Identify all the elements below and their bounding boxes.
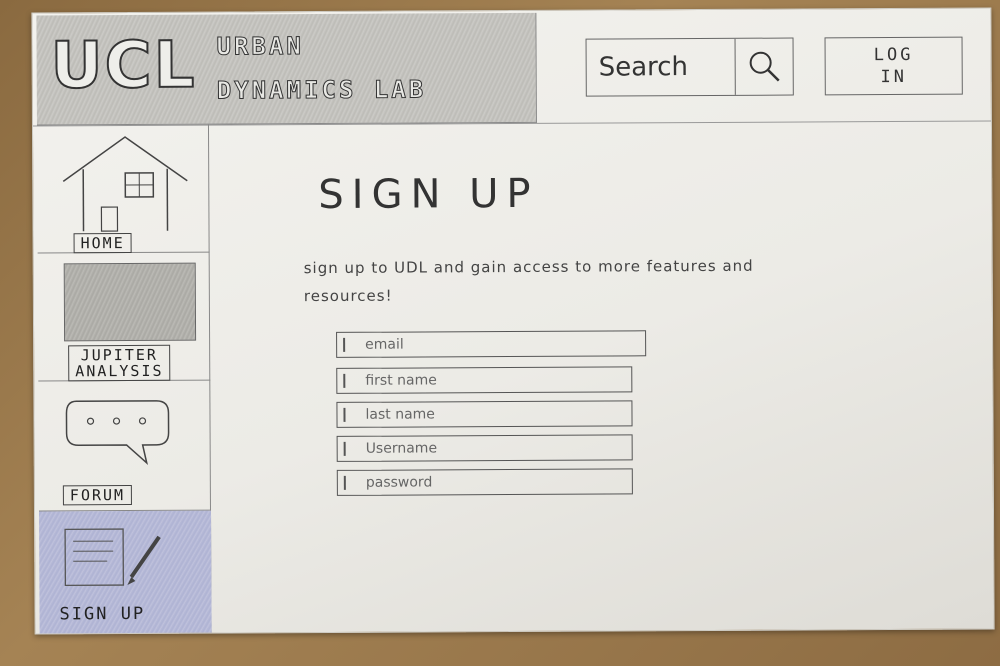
house-icon (62, 136, 188, 232)
first-name-field[interactable]: first name (336, 366, 633, 394)
sidebar-item-label: FORUM (62, 484, 133, 506)
main-content: SIGN UP sign up to UDL and gain access t… (223, 139, 966, 623)
password-placeholder: password (365, 474, 433, 491)
sidebar-nav: HOME JUPITER ANALYSIS FORUM SIGN UP (36, 124, 212, 635)
last-name-field[interactable]: last name (336, 400, 633, 428)
sidebar-item-label: SIGN UP (59, 603, 146, 625)
username-placeholder: Username (365, 440, 438, 457)
search-bar[interactable]: Search (585, 37, 794, 97)
brand-header: UCL URBAN DYNAMICS LAB (36, 12, 537, 126)
last-name-placeholder: last name (365, 406, 435, 423)
search-input[interactable]: Search (587, 52, 735, 83)
login-label-line2: IN (880, 66, 908, 88)
sidebar-item-label: HOME (73, 232, 132, 254)
login-label-line1: LOG (873, 44, 914, 66)
paper-sketch: UCL URBAN DYNAMICS LAB Search LOG IN HOM… (31, 7, 995, 635)
page-title: SIGN UP (318, 170, 539, 219)
sidebar-item-forum[interactable]: FORUM (38, 380, 211, 512)
lab-name-line2: DYNAMICS LAB (216, 75, 427, 105)
speech-bubble-icon (65, 400, 170, 466)
notepad-pen-icon (64, 528, 161, 587)
sidebar-item-signup[interactable]: SIGN UP (38, 510, 212, 635)
username-field[interactable]: Username (336, 434, 633, 462)
email-field[interactable]: email (336, 330, 647, 358)
lab-name: URBAN DYNAMICS LAB (216, 23, 427, 112)
lab-name-line1: URBAN (216, 32, 304, 61)
sidebar-item-home[interactable]: HOME (36, 124, 210, 254)
email-placeholder: email (365, 336, 404, 353)
search-button[interactable] (734, 38, 793, 95)
ucl-logo[interactable]: UCL (49, 28, 197, 105)
sidebar-item-label: JUPITER ANALYSIS (68, 344, 171, 382)
login-button[interactable]: LOG IN (824, 36, 963, 96)
intro-text: sign up to UDL and gain access to more f… (303, 256, 754, 306)
search-icon (749, 51, 780, 82)
sidebar-item-jupiter-analysis[interactable]: JUPITER ANALYSIS (37, 252, 211, 382)
password-field[interactable]: password (336, 468, 633, 496)
first-name-placeholder: first name (365, 372, 437, 389)
image-placeholder (63, 262, 197, 342)
